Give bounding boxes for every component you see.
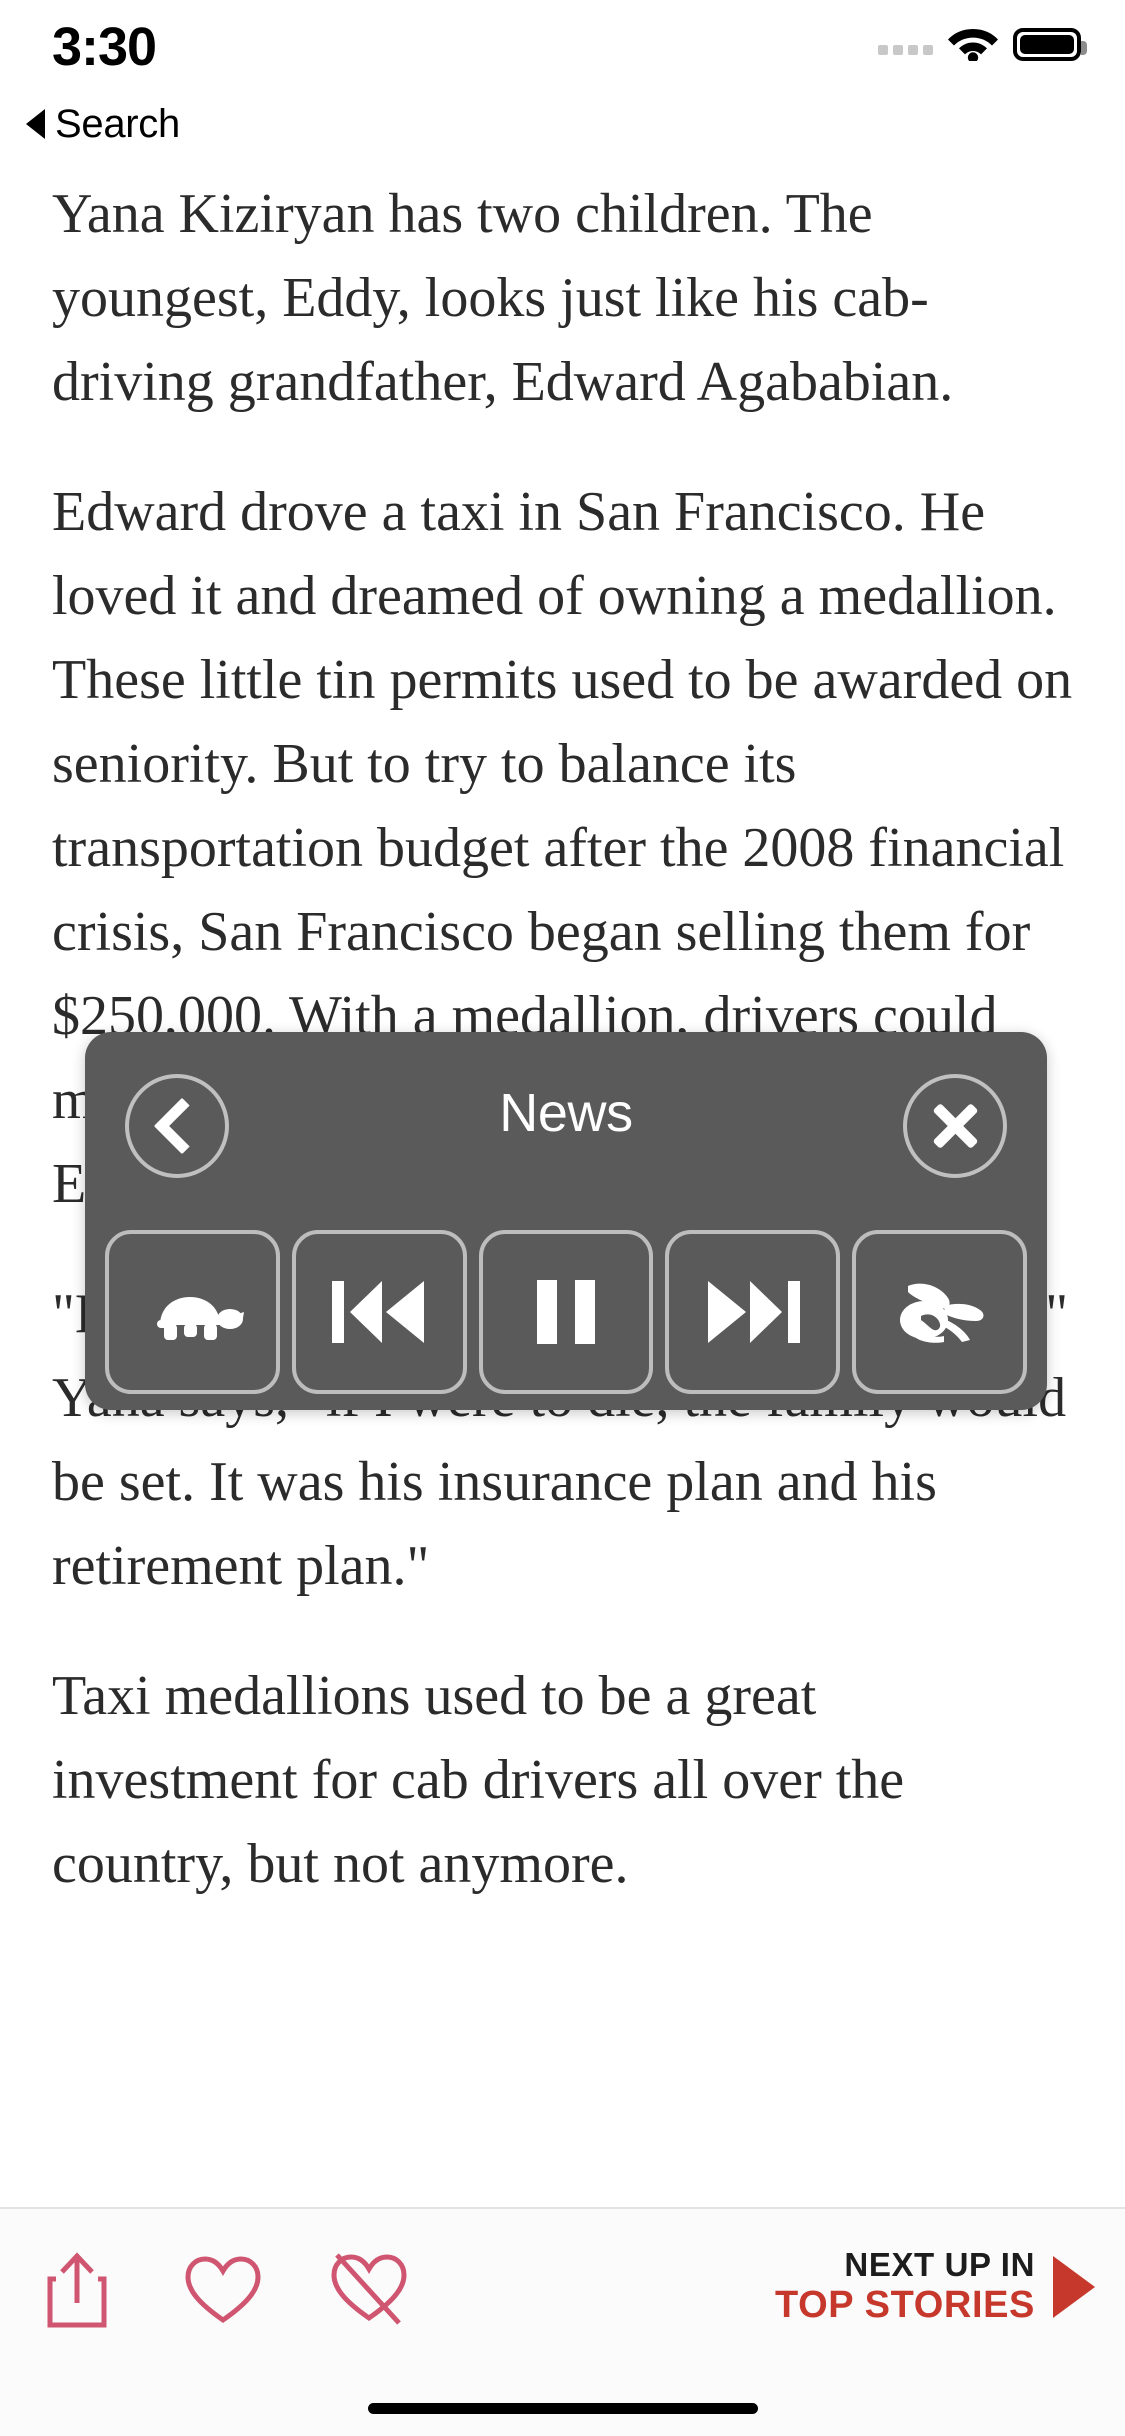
- share-up-arrow-icon: [44, 2251, 110, 2334]
- speak-screen-overlay: News: [85, 1032, 1047, 1410]
- next-up-section[interactable]: NEXT UP IN TOP STORIES: [775, 2247, 1095, 2327]
- wifi-icon: [947, 23, 999, 66]
- next-up-text: NEXT UP IN TOP STORIES: [775, 2247, 1035, 2327]
- phone-screen: 3:30 Search Yana Kiziryan has two childr…: [0, 0, 1125, 2436]
- battery-full-icon: [1013, 28, 1081, 61]
- status-bar: 3:30: [0, 0, 1125, 88]
- play-triangle-icon[interactable]: [1053, 2256, 1095, 2318]
- next-up-section-name: TOP STORIES: [775, 2284, 1035, 2327]
- back-triangle-icon: [26, 109, 45, 139]
- dislike-button[interactable]: [322, 2245, 416, 2339]
- next-up-label: NEXT UP IN: [775, 2247, 1035, 2284]
- heart-icon: [183, 2254, 263, 2331]
- status-indicators: [878, 22, 1081, 66]
- speak-control-row: [105, 1230, 1027, 1394]
- article-paragraph: Taxi medallions used to be a great inves…: [52, 1654, 1073, 1906]
- article-actions: [30, 2245, 416, 2339]
- close-x-icon: [928, 1099, 982, 1153]
- back-label: Search: [55, 102, 180, 147]
- rewind-icon: [330, 1277, 428, 1347]
- fast-forward-button[interactable]: [665, 1230, 840, 1394]
- fast-forward-icon: [704, 1277, 802, 1347]
- speak-overlay-header: News: [85, 1032, 1047, 1214]
- status-time: 3:30: [52, 16, 156, 78]
- home-indicator: [368, 2403, 758, 2414]
- rabbit-icon: [888, 1276, 992, 1348]
- share-button[interactable]: [30, 2245, 124, 2339]
- pause-icon: [537, 1280, 595, 1344]
- back-to-search-link[interactable]: Search: [26, 100, 180, 148]
- tortoise-icon: [140, 1281, 244, 1343]
- article-paragraph: Yana Kiziryan has two children. The youn…: [52, 172, 1073, 424]
- like-button[interactable]: [176, 2245, 270, 2339]
- signal-dots-icon: [878, 33, 933, 55]
- speak-overlay-title: News: [85, 1082, 1047, 1144]
- heart-slash-icon: [329, 2252, 409, 2333]
- speak-close-button[interactable]: [903, 1074, 1007, 1178]
- fast-speed-button[interactable]: [852, 1230, 1027, 1394]
- bottom-toolbar: NEXT UP IN TOP STORIES: [0, 2207, 1125, 2436]
- slow-speed-button[interactable]: [105, 1230, 280, 1394]
- rewind-button[interactable]: [292, 1230, 467, 1394]
- pause-button[interactable]: [479, 1230, 654, 1394]
